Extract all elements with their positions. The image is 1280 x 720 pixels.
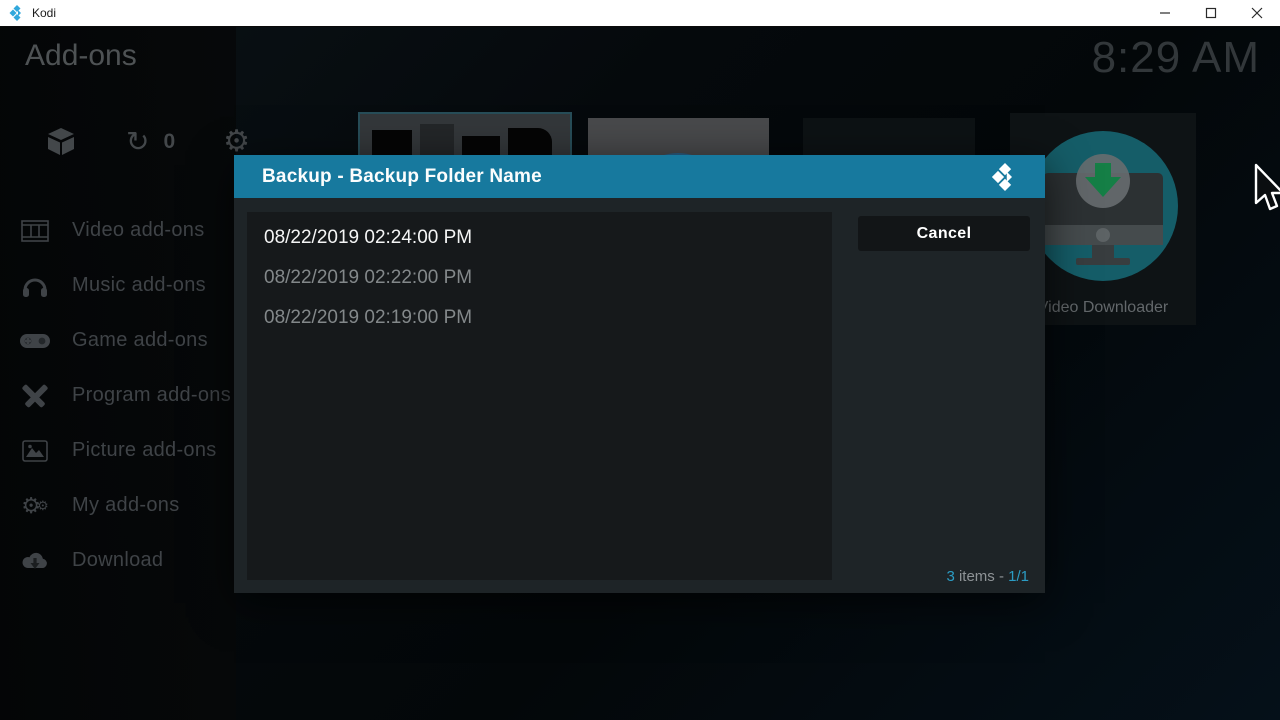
sidebar-item-picture-addons[interactable]: Picture add-ons xyxy=(0,423,260,478)
window-title: Kodi xyxy=(32,6,56,20)
items-count-status: 3 items - 1/1 xyxy=(946,568,1029,585)
picture-icon xyxy=(20,438,50,464)
sidebar-item-game-addons[interactable]: Game add-ons xyxy=(0,313,260,368)
dialog-body: 08/22/2019 02:24:00 PM 08/22/2019 02:22:… xyxy=(234,198,1045,593)
kodi-logo-icon xyxy=(991,163,1019,191)
dialog-header: Backup - Backup Folder Name xyxy=(234,155,1045,198)
backup-folder-dialog: Backup - Backup Folder Name 08/22/2019 0… xyxy=(234,155,1045,593)
minimize-button[interactable] xyxy=(1142,0,1188,26)
mouse-cursor xyxy=(1252,163,1280,215)
backup-list-item[interactable]: 08/22/2019 02:19:00 PM xyxy=(247,298,832,338)
tools-icon xyxy=(20,383,50,409)
update-count: 0 xyxy=(163,130,175,154)
gear-icon[interactable]: ⚙ xyxy=(223,128,250,156)
gamepad-icon xyxy=(20,328,50,354)
kodi-app-background: 8:29 AM Video Downloader Add-ons xyxy=(0,27,1280,720)
refresh-icon[interactable]: ↻ xyxy=(126,129,149,155)
window-titlebar: Kodi xyxy=(0,0,1280,27)
backup-list: 08/22/2019 02:24:00 PM 08/22/2019 02:22:… xyxy=(247,212,832,580)
cloud-download-icon xyxy=(20,548,50,574)
backup-list-item[interactable]: 08/22/2019 02:24:00 PM xyxy=(247,218,832,258)
dialog-title: Backup - Backup Folder Name xyxy=(262,166,542,188)
backup-list-item[interactable]: 08/22/2019 02:22:00 PM xyxy=(247,258,832,298)
monitor-download-icon xyxy=(1038,151,1168,269)
kodi-logo-icon xyxy=(9,5,25,21)
sidebar-menu: Video add-ons Music add-ons xyxy=(0,203,260,588)
sidebar-item-music-addons[interactable]: Music add-ons xyxy=(0,258,260,313)
items-separator: items - xyxy=(955,568,1008,585)
film-icon xyxy=(20,218,50,244)
item-count: 3 xyxy=(946,568,954,585)
maximize-button[interactable] xyxy=(1188,0,1234,26)
page-indicator: 1/1 xyxy=(1008,568,1029,585)
sidebar-item-video-addons[interactable]: Video add-ons xyxy=(0,203,260,258)
sidebar-item-download[interactable]: Download xyxy=(0,533,260,588)
headphones-icon xyxy=(20,273,50,299)
clock: 8:29 AM xyxy=(1092,33,1260,83)
sidebar: Add-ons ↻ 0 ⚙ xyxy=(0,27,236,720)
page-title: Add-ons xyxy=(25,39,137,73)
sidebar-item-program-addons[interactable]: Program add-ons xyxy=(0,368,260,423)
cancel-button[interactable]: Cancel xyxy=(858,216,1030,251)
sidebar-toolbar: ↻ 0 ⚙ xyxy=(0,122,236,162)
sidebar-item-my-addons[interactable]: ⚙⚙ My add-ons xyxy=(0,478,260,533)
package-icon[interactable] xyxy=(46,128,76,156)
gears-icon: ⚙⚙ xyxy=(20,493,50,519)
close-button[interactable] xyxy=(1234,0,1280,26)
